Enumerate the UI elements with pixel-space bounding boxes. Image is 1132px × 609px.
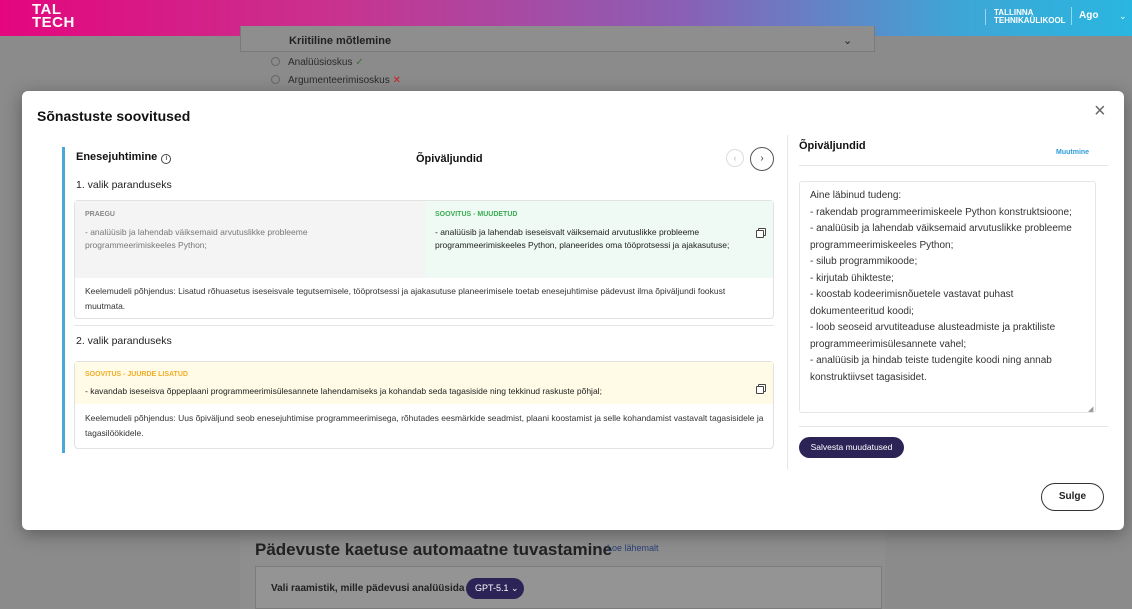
outcomes-heading: Õpiväljundid	[416, 153, 483, 165]
taltech-logo[interactable]: TAL TECH	[32, 2, 75, 31]
option2-reason: Keelemudeli põhjendus: Uus õpiväljund se…	[85, 413, 764, 438]
divider	[74, 325, 774, 326]
chevron-down-icon: ⌄	[843, 35, 853, 47]
divider	[799, 165, 1108, 166]
panel-separator	[787, 135, 788, 470]
radio-icon	[271, 75, 280, 84]
next-button[interactable]: ›	[750, 147, 774, 171]
edit-link[interactable]: Muutmine	[1056, 149, 1089, 156]
logo-line2: TECH	[32, 14, 75, 31]
added-label: SOOVITUS - JUURDE LISATUD	[85, 371, 188, 378]
framework-select-label: Vali raamistik, mille pädevusi analüüsid…	[271, 583, 465, 594]
option1-reason: Keelemudeli põhjendus: Lisatud rõhuasetu…	[85, 286, 726, 311]
right-panel-title: Õpiväljundid	[799, 140, 866, 152]
option1-card: PRAEGU - analüüsib ja lahendab väiksemai…	[74, 200, 774, 319]
radio-icon	[271, 57, 280, 66]
competence-name: Enesejuhtimine i	[76, 151, 172, 164]
suggestion-label: SOOVITUS - MUUDETUD	[435, 211, 518, 218]
read-more-link: Loe lähemalt	[607, 543, 659, 553]
background-check-item: Analüüsioskus ✓	[271, 57, 364, 68]
current-label: PRAEGU	[85, 211, 115, 218]
university-line2: TEHNIKAÜLIKOOL	[994, 16, 1066, 25]
current-panel: PRAEGU - analüüsib ja lahendab väiksemai…	[75, 201, 425, 278]
cross-icon: ✕	[392, 75, 401, 86]
outcomes-textarea[interactable]: Aine läbinud tudeng: - rakendab programm…	[799, 181, 1096, 413]
checkmark-icon: ✓	[355, 57, 364, 68]
added-panel: SOOVITUS - JUURDE LISATUD - kavandab ise…	[75, 362, 773, 404]
option2-card: SOOVITUS - JUURDE LISATUD - kavandab ise…	[74, 361, 774, 449]
info-icon[interactable]: i	[161, 154, 172, 164]
background-card-title: Kriitiline mõtlemine	[289, 35, 392, 47]
copy-icon[interactable]	[756, 228, 766, 238]
added-text: - kavandab iseseisva õppeplaani programm…	[85, 386, 602, 396]
option2-label: 2. valik paranduseks	[76, 335, 172, 347]
chevron-down-icon[interactable]: ⌄	[1119, 11, 1127, 22]
suggestion-text: - analüüsib ja lahendab iseseisvalt väik…	[435, 227, 730, 250]
option1-label: 1. valik paranduseks	[76, 179, 172, 191]
check-label: Argumenteerimisoskus	[288, 75, 390, 86]
previous-button[interactable]: ‹	[726, 149, 744, 167]
check-label: Analüüsioskus	[288, 57, 353, 68]
model-select: GPT-5.1 ⌄	[466, 578, 524, 599]
suggestions-modal: Sõnastuste soovitused × Enesejuhtimine i …	[22, 91, 1124, 530]
background-section-title: Pädevuste kaetuse automaatne tuvastamine	[255, 540, 613, 559]
suggestion-panel: SOOVITUS - MUUDETUD - analüüsib ja lahen…	[425, 201, 773, 278]
resize-handle-icon[interactable]: ◢	[1088, 405, 1093, 413]
current-text: - analüüsib ja lahendab väiksemaid arvut…	[85, 227, 308, 250]
modal-title: Sõnastuste soovitused	[37, 108, 191, 124]
copy-icon[interactable]	[756, 384, 766, 394]
divider	[799, 426, 1108, 427]
competence-accent-bar	[62, 147, 65, 453]
background-check-item: Argumenteerimisoskus ✕	[271, 75, 401, 86]
save-changes-button[interactable]: Salvesta muudatused	[799, 437, 904, 458]
close-button[interactable]: Sulge	[1041, 483, 1104, 511]
university-name: TALLINNA TEHNIKAÜLIKOOL	[985, 9, 1066, 25]
user-menu[interactable]: Ago	[1071, 7, 1098, 25]
close-icon[interactable]: ×	[1094, 101, 1106, 121]
